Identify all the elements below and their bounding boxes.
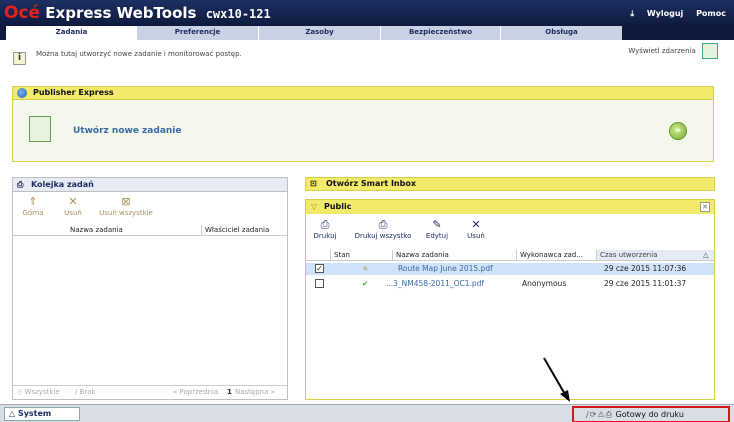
sort-asc-icon: △ [703,251,709,259]
col-job-owner[interactable]: Właściciel zadania [201,225,269,235]
main-tabs: Zadania Preferencje Zasoby Bezpieczeństw… [0,26,734,40]
delete-icon: ✕ [471,218,481,231]
view-events-label: Wyświetl zdarzenia [628,47,696,55]
table-row[interactable]: ✔ ...3_NM458-2011_OC1.pdf Anonymous 29 c… [306,278,714,290]
row-checkbox[interactable]: ✓ [315,264,324,273]
smart-inbox-title: Otwórz Smart Inbox [326,179,417,188]
col-state[interactable]: Stan [330,250,350,260]
view-events-link[interactable]: Wyświetl zdarzenia [628,43,718,59]
printer-status[interactable]: ∕⟳⚠⎙ Gotowy do druku [572,406,730,422]
publisher-express-title: Publisher Express [33,88,114,97]
tab-zasoby[interactable]: Zasoby [258,26,380,40]
job-name[interactable]: Route Map June 2015.pdf [398,263,493,275]
brand-product: Express WebTools [45,4,197,22]
publisher-express-header: Publisher Express [12,86,714,100]
row-checkbox[interactable] [315,279,324,288]
public-inbox-title: Public [324,202,352,211]
close-icon[interactable]: ✕ [700,202,710,212]
select-all-link[interactable]: ◇ Wszystkie [17,386,60,399]
delete-icon: ✕ [68,195,78,208]
col-job-name[interactable]: Nazwa zadania [392,250,449,260]
create-new-job-link[interactable]: Utwórz nowe zadanie [73,126,181,136]
created-time: 29 cze 2015 11:01:37 [604,279,687,288]
done-check-icon: ✔ [362,279,369,288]
print-all-button[interactable]: ⎙ Drukuj wszystko [348,218,418,241]
events-icon [702,43,718,59]
help-link[interactable]: Pomoc [696,9,726,18]
hostname: cwx10-121 [205,7,271,21]
job-queue-header: ⎙ Kolejka zadań [13,178,287,192]
move-top-icon: ⇑ [28,195,38,208]
prev-page-link[interactable]: « Poprzednia [173,386,218,399]
processing-icon: ✳ [362,264,369,273]
info-icon: i [13,52,26,65]
print-button[interactable]: ⎙ Drukuj [310,218,340,241]
go-arrow-button[interactable]: » [669,122,687,140]
tab-obsluga[interactable]: Obsługa [500,26,622,40]
select-none-link[interactable]: ∕ Brak [75,386,96,399]
inbox-icon: ⊡ [310,179,317,188]
status-bar: △ System ∕⟳⚠⎙ Gotowy do druku [0,404,734,422]
edit-icon: ✎ [432,218,442,231]
delete-all-icon: ⊠ [121,195,131,208]
job-owner: Anonymous [522,279,567,288]
tab-bezpieczenstwo[interactable]: Bezpieczeństwo [380,26,500,40]
brand-logo: Océ Express WebTools cwx10-121 [4,3,271,23]
publisher-express-body: Utwórz nowe zadanie » [12,100,714,162]
print-all-icon: ⎙ [378,218,388,231]
table-row[interactable]: ✓ ✳ Route Map June 2015.pdf 29 cze 2015 … [306,263,714,275]
delete-all-button[interactable]: ⊠ Usuń wszystkie [95,195,157,218]
public-inbox-panel: ▽ Public ✕ ⎙ Drukuj ⎙ Drukuj wszystko ✎ … [305,199,715,400]
annotation-arrow [543,357,570,402]
app-window: Océ Express WebTools cwx10-121 ⤓ Wyloguj… [0,0,734,422]
status-icons: ∕⟳⚠⎙ [586,410,613,419]
current-page: 1 [227,388,232,396]
queue-column-header: Nazwa zadania Właściciel zadania [13,225,287,236]
tab-zadania[interactable]: Zadania [6,26,136,40]
public-inbox-header: ▽ Public ✕ [306,200,714,214]
move-top-button[interactable]: ⇑ Górna [21,195,45,218]
smart-inbox-header[interactable]: ⊡ Otwórz Smart Inbox [305,177,715,191]
brand-oce: Océ [4,3,41,23]
print-icon: ⎙ [320,218,330,231]
delete-job-button[interactable]: ✕ Usuń [462,218,490,241]
col-job-name[interactable]: Nazwa zadania [67,225,123,235]
collapse-icon[interactable]: ▽ [311,200,317,213]
col-created-time[interactable]: Czas utworzenia △ [596,250,714,260]
edit-button[interactable]: ✎ Edytuj [422,218,452,241]
printer-icon: ⎙ [17,180,24,189]
top-header: Océ Express WebTools cwx10-121 ⤓ Wyloguj… [0,0,734,26]
inbox-column-header: Stan Nazwa zadania Wykonawca zad... Czas… [306,250,714,261]
delete-button[interactable]: ✕ Usuń [61,195,85,218]
status-text: Gotowy do druku [615,410,684,419]
next-page-link[interactable]: Następna » [235,386,275,399]
globe-icon [17,88,27,98]
system-tab[interactable]: △ System [4,407,80,421]
queue-pagination: ◇ Wszystkie ∕ Brak « Poprzednia 1 Następ… [13,385,287,399]
job-name[interactable]: ...3_NM458-2011_OC1.pdf [386,278,484,290]
created-time: 29 cze 2015 11:07:36 [604,264,687,273]
job-queue-panel: ⎙ Kolejka zadań ⇑ Górna ✕ Usuń ⊠ Usuń ws… [12,177,288,400]
job-queue-title: Kolejka zadań [31,180,94,189]
info-text: Można tutaj utworzyć nowe zadanie i moni… [36,50,242,58]
header-actions: ⤓ Wyloguj Pomoc [620,9,726,19]
new-job-icon[interactable] [29,116,51,142]
logout-link[interactable]: ⤓ Wyloguj [630,9,683,18]
tab-preferencje[interactable]: Preferencje [136,26,258,40]
col-job-owner[interactable]: Wykonawca zad... [516,250,583,260]
